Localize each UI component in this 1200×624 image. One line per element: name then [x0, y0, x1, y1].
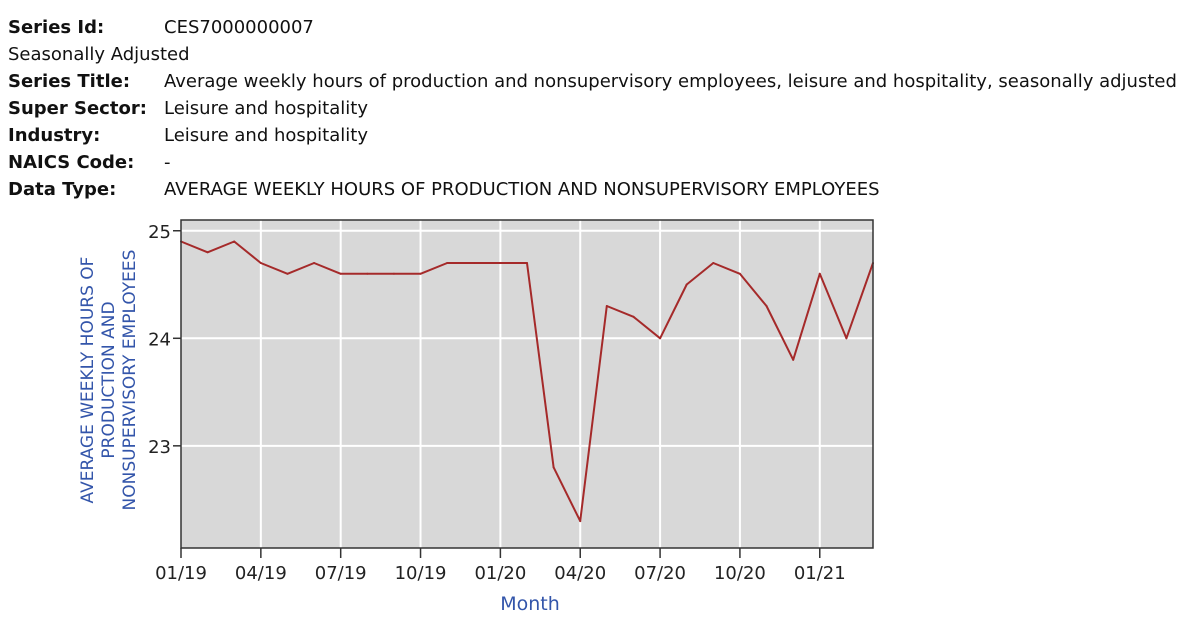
data-point — [472, 262, 475, 265]
series-title-value: Average weekly hours of production and n… — [164, 71, 1177, 92]
data-point — [339, 272, 342, 275]
y-tick-label: 23 — [148, 437, 171, 458]
data-point — [259, 262, 262, 265]
series-title-label: Series Title: — [8, 71, 131, 92]
data-point — [419, 272, 422, 275]
x-tick-label: 01/19 — [155, 563, 207, 584]
naics-value: - — [164, 152, 171, 173]
x-tick-label: 10/19 — [395, 563, 447, 584]
series-metadata: Series Id: CES7000000007 Seasonally Adju… — [8, 14, 1177, 203]
x-tick-label: 10/20 — [714, 563, 766, 584]
seasonal-row: Seasonally Adjusted — [8, 41, 1177, 68]
x-tick-label: 01/21 — [794, 563, 846, 584]
industry-label: Industry: — [8, 125, 101, 146]
data-point — [605, 305, 608, 308]
data-point — [233, 240, 236, 243]
x-tick-label: 07/20 — [634, 563, 686, 584]
data-point — [685, 283, 688, 286]
y-tick-label: 24 — [148, 329, 171, 350]
super-sector-label: Super Sector: — [8, 98, 147, 119]
y-tick-label: 25 — [148, 222, 171, 243]
data-point — [632, 315, 635, 318]
x-tick-label: 07/19 — [315, 563, 367, 584]
data-point — [579, 520, 582, 523]
data-point — [499, 262, 502, 265]
x-axis-title: Month — [500, 593, 560, 615]
y-axis-title-line: PRODUCTION AND — [99, 301, 119, 458]
data-point — [792, 358, 795, 361]
data-point — [845, 337, 848, 340]
super-sector-row: Super Sector: Leisure and hospitality — [8, 95, 1177, 122]
data-point — [446, 262, 449, 265]
naics-row: NAICS Code: - — [8, 149, 1177, 176]
data-point — [765, 305, 768, 308]
data-type-label: Data Type: — [8, 179, 117, 200]
data-point — [659, 337, 662, 340]
data-type-value: AVERAGE WEEKLY HOURS OF PRODUCTION AND N… — [164, 179, 880, 200]
seasonal-adjustment: Seasonally Adjusted — [8, 44, 190, 65]
data-point — [738, 272, 741, 275]
data-point — [712, 262, 715, 265]
data-type-row: Data Type: AVERAGE WEEKLY HOURS OF PRODU… — [8, 176, 1177, 203]
data-point — [286, 272, 289, 275]
data-point — [552, 466, 555, 469]
series-id-row: Series Id: CES7000000007 — [8, 14, 1177, 41]
industry-value: Leisure and hospitality — [164, 125, 368, 146]
data-point — [526, 262, 528, 265]
x-tick-label: 01/20 — [474, 563, 526, 584]
series-id-label: Series Id: — [8, 17, 105, 38]
y-axis-title-line: NONSUPERVISORY EMPLOYEES — [120, 250, 140, 511]
x-tick-label: 04/19 — [235, 563, 287, 584]
data-point — [818, 272, 821, 275]
line-chart: 23 24 25 01/19 04/19 07/19 10/19 01/20 04/20 07/2… — [78, 219, 874, 615]
industry-row: Industry: Leisure and hospitality — [8, 122, 1177, 149]
data-point — [313, 262, 316, 265]
naics-label: NAICS Code: — [8, 152, 135, 173]
data-point — [366, 272, 369, 275]
data-point — [206, 251, 209, 254]
x-tick-label: 04/20 — [554, 563, 606, 584]
super-sector-value: Leisure and hospitality — [164, 98, 368, 119]
series-id-value: CES7000000007 — [164, 17, 314, 38]
data-point — [392, 272, 395, 275]
series-title-row: Series Title: Average weekly hours of pr… — [8, 68, 1177, 95]
y-axis-title-line: AVERAGE WEEKLY HOURS OF — [78, 257, 98, 504]
